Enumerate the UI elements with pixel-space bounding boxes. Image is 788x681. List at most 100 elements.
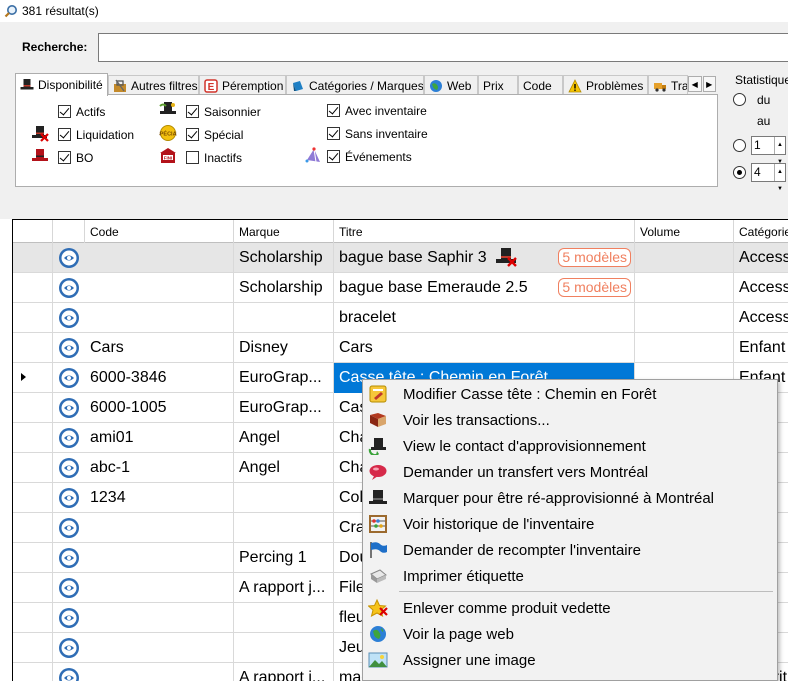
context-menu-item[interactable]: Voir la page web	[365, 621, 775, 647]
tab-scroll-right-icon[interactable]: ▶	[702, 76, 716, 92]
row-selector[interactable]	[13, 513, 53, 543]
stats-range-radio[interactable]	[733, 93, 746, 106]
cell-marque	[234, 303, 334, 333]
row-pointer-icon	[21, 373, 26, 381]
globe-icon	[430, 79, 442, 92]
filter-inactifs-checkbox[interactable]	[186, 151, 199, 164]
context-menu-item[interactable]: View le contact d'approvisionnement	[365, 433, 775, 459]
row-selector[interactable]	[13, 303, 53, 333]
stats-spin-1[interactable]: 1 ▲ ▼	[751, 136, 786, 165]
filter-liquidation-checkbox[interactable]	[58, 128, 71, 141]
grid-header-marque[interactable]: Marque	[234, 220, 334, 243]
row-selector[interactable]	[13, 333, 53, 363]
cell-categorie: Access	[734, 273, 788, 303]
context-menu-item-label: Modifier Casse tête : Chemin en Forêt	[403, 386, 657, 403]
context-menu-item[interactable]: Enlever comme produit vedette	[365, 595, 775, 621]
table-row[interactable]: Cars Disney Cars Enfant	[13, 333, 788, 363]
row-selector[interactable]	[13, 243, 53, 273]
context-menu-item[interactable]: Demander de recompter l'inventaire	[365, 537, 775, 563]
edit-box-icon	[368, 385, 388, 403]
row-selector[interactable]	[13, 603, 53, 633]
stats-period-radio[interactable]	[733, 166, 746, 179]
filter-inactifs-label: Inactifs	[204, 151, 243, 165]
context-menu-item-label: View le contact d'approvisionnement	[403, 438, 646, 455]
filter-avec-inventaire-checkbox[interactable]	[327, 104, 340, 117]
tab-scroll-left-icon[interactable]: ◀	[688, 76, 702, 92]
filter-sans-inventaire-checkbox[interactable]	[327, 127, 340, 140]
item-type-icon	[58, 247, 80, 269]
item-type-icon	[58, 487, 80, 509]
tab-code[interactable]: Code	[518, 75, 563, 95]
star-remove-icon	[367, 598, 388, 617]
cell-marque: Angel	[234, 453, 334, 483]
context-menu-item[interactable]: Imprimer étiquette	[365, 563, 775, 589]
row-selector[interactable]	[13, 483, 53, 513]
grid-header-code[interactable]: Code	[85, 220, 234, 243]
grid-header-titre[interactable]: Titre	[334, 220, 635, 243]
cell-code: 6000-3846	[85, 363, 234, 393]
cell-marque	[234, 633, 334, 663]
svg-text:E: E	[208, 82, 215, 93]
tab-disponibilite[interactable]: Disponibilité	[15, 73, 108, 96]
table-row[interactable]: bracelet Access	[13, 303, 788, 333]
stats-option-radio[interactable]	[733, 139, 746, 152]
models-badge[interactable]: 5 modèles	[558, 278, 631, 297]
table-row[interactable]: Scholarship bague base Emeraude 2.5 5 modè…	[13, 273, 788, 303]
context-menu-item-label: Voir la page web	[403, 626, 514, 643]
filter-saisonnier-checkbox[interactable]	[186, 105, 199, 118]
row-selector[interactable]	[13, 393, 53, 423]
context-menu-item[interactable]: Voir les transactions...	[365, 407, 775, 433]
context-menu-item[interactable]: Demander un transfert vers Montréal	[365, 459, 775, 485]
context-menu-item[interactable]: Assigner une image	[365, 647, 775, 673]
row-selector[interactable]	[13, 573, 53, 603]
cell-titre-text: Cra	[339, 519, 365, 536]
grid-header: Code Marque Titre Volume Catégorie	[13, 220, 788, 243]
row-selector[interactable]	[13, 543, 53, 573]
context-menu-item[interactable]: Marquer pour être ré-approvisionné à Mon…	[365, 485, 775, 511]
context-menu-item[interactable]: Modifier Casse tête : Chemin en Forêt	[365, 381, 775, 407]
row-selector[interactable]	[13, 423, 53, 453]
spin-arrows-icon[interactable]: ▲ ▼	[774, 164, 785, 192]
cell-marque: Scholarship	[234, 273, 334, 303]
table-row[interactable]: Scholarship bague base Saphir 3 5 modèles A…	[13, 243, 788, 273]
tab-peremption[interactable]: E Péremption	[199, 75, 286, 95]
row-selector[interactable]	[13, 663, 53, 681]
tab-prix[interactable]: Prix	[478, 75, 518, 95]
grid-header-volume[interactable]: Volume	[635, 220, 734, 243]
row-selector[interactable]	[13, 363, 53, 393]
tab-web[interactable]: Web	[424, 75, 478, 95]
context-menu-item-label: Demander un transfert vers Montréal	[403, 464, 649, 481]
context-menu-item-label: Assigner une image	[403, 652, 536, 669]
grid-header-selector	[13, 220, 53, 243]
context-menu-item[interactable]: Voir historique de l'inventaire	[365, 511, 775, 537]
cell-code	[85, 273, 234, 303]
row-selector[interactable]	[13, 633, 53, 663]
filter-evenements-checkbox[interactable]	[327, 150, 340, 163]
context-menu-item-label: Enlever comme produit vedette	[403, 600, 611, 617]
filter-actifs-checkbox[interactable]	[58, 105, 71, 118]
warning-icon	[568, 78, 582, 92]
tab-autres-filtres[interactable]: Autres filtres	[108, 75, 199, 95]
models-badge[interactable]: 5 modèles	[558, 248, 631, 267]
tab-categories-marques[interactable]: Catégories / Marques	[286, 75, 424, 95]
cell-volume	[635, 273, 734, 303]
tab-problemes[interactable]: Problèmes	[563, 75, 648, 95]
grid-header-categorie[interactable]: Catégorie	[734, 220, 788, 243]
row-selector[interactable]	[13, 453, 53, 483]
filter-avec-inventaire-label: Avec inventaire	[345, 104, 427, 118]
spin-arrows-icon[interactable]: ▲ ▼	[774, 137, 785, 165]
stats-spin-2[interactable]: 4 ▲ ▼	[751, 163, 786, 192]
truck-icon	[654, 82, 666, 92]
filter-special-checkbox[interactable]	[186, 128, 199, 141]
cell-marque	[234, 603, 334, 633]
globe-icon	[368, 625, 388, 643]
cell-code: Cars	[85, 333, 234, 363]
filter-bo-checkbox[interactable]	[58, 151, 71, 164]
search-input[interactable]	[98, 33, 788, 62]
tab-transfer[interactable]: Tra	[648, 75, 688, 95]
cell-code	[85, 513, 234, 543]
row-selector[interactable]	[13, 273, 53, 303]
filter-sans-inventaire-label: Sans inventaire	[345, 127, 428, 141]
item-type-icon	[58, 517, 80, 539]
stats-du-label: du	[757, 93, 771, 107]
